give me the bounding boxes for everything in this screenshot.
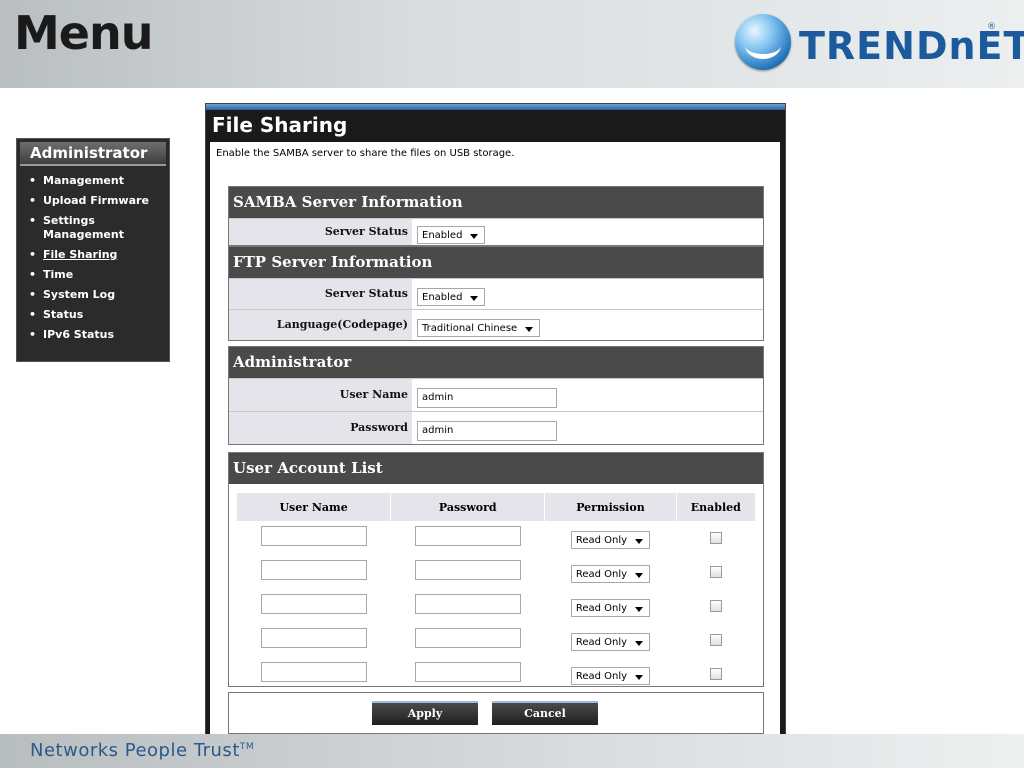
slide-header: Menu TRENDnET ® (0, 0, 1024, 88)
enabled-checkbox[interactable] (709, 667, 722, 680)
password-input[interactable] (414, 560, 521, 580)
slide-footer: Networks People TrustTM (0, 734, 1024, 768)
user-account-heading: User Account List (229, 453, 763, 484)
admin-username-input[interactable]: admin (417, 388, 557, 408)
footer-tagline: Networks People TrustTM (30, 740, 255, 761)
samba-status-row: Server Status Enabled (229, 218, 763, 245)
user-name-input[interactable] (260, 526, 367, 546)
permission-select[interactable]: Read Only (570, 632, 651, 651)
admin-heading: Administrator (229, 347, 763, 378)
admin-username-row: User Name admin (229, 378, 763, 411)
col-header-permission: Permission (544, 493, 677, 521)
trademark-mark: TM (239, 742, 255, 752)
col-header-enabled: Enabled (676, 493, 755, 521)
menu-item-file-sharing[interactable]: File Sharing (17, 248, 169, 262)
samba-section: SAMBA Server Information Server Status E… (228, 186, 764, 246)
menu-item-upload-firmware[interactable]: Upload Firmware (17, 194, 169, 208)
table-row: Read Only (237, 589, 755, 623)
chevron-down-icon (635, 572, 644, 578)
menu-item-management[interactable]: Management (17, 174, 169, 188)
chevron-down-icon (525, 327, 534, 332)
enabled-checkbox[interactable] (709, 633, 722, 646)
ftp-status-label: Server Status (229, 279, 412, 309)
admin-password-label: Password (229, 412, 412, 444)
user-name-input[interactable] (260, 560, 367, 580)
panel-body: Enable the SAMBA server to share the fil… (210, 142, 780, 735)
ftp-heading: FTP Server Information (229, 247, 763, 278)
panel-description: Enable the SAMBA server to share the fil… (216, 148, 515, 159)
button-bar: Apply Cancel (228, 692, 764, 734)
file-sharing-panel: File Sharing Enable the SAMBA server to … (205, 103, 786, 736)
table-row: Read Only (237, 657, 755, 691)
permission-select[interactable]: Read Only (570, 530, 651, 549)
ftp-language-row: Language(Codepage) Traditional Chinese (229, 309, 763, 340)
admin-password-input[interactable]: admin (417, 421, 557, 441)
table-row: Read Only (237, 521, 755, 555)
globe-icon (735, 14, 791, 70)
password-input[interactable] (414, 594, 521, 614)
col-header-password: Password (390, 493, 546, 521)
menu-item-ipv6-status[interactable]: IPv6 Status (17, 328, 169, 342)
password-input[interactable] (414, 662, 521, 682)
table-row: Read Only (237, 555, 755, 589)
permission-select[interactable]: Read Only (570, 666, 651, 685)
panel-title: File Sharing (212, 113, 348, 137)
chevron-down-icon (635, 606, 644, 612)
user-name-input[interactable] (260, 594, 367, 614)
chevron-down-icon (635, 538, 644, 544)
chevron-down-icon (635, 640, 644, 646)
registered-mark: ® (987, 22, 996, 32)
enabled-checkbox[interactable] (709, 599, 722, 612)
apply-button[interactable]: Apply (372, 701, 478, 725)
enabled-checkbox[interactable] (709, 565, 722, 578)
permission-select[interactable]: Read Only (570, 564, 651, 583)
slide-title: Menu (14, 6, 153, 60)
admin-username-label: User Name (229, 379, 412, 411)
ftp-section: FTP Server Information Server Status Ena… (228, 246, 764, 341)
ftp-language-label: Language(Codepage) (229, 310, 412, 340)
ftp-status-select[interactable]: Enabled (417, 288, 486, 306)
user-name-input[interactable] (260, 628, 367, 648)
chevron-down-icon (470, 234, 479, 239)
admin-password-row: Password admin (229, 411, 763, 444)
user-name-input[interactable] (260, 662, 367, 682)
ftp-language-select[interactable]: Traditional Chinese (417, 319, 541, 337)
menu-item-settings-management[interactable]: Settings Management (17, 214, 143, 242)
table-row: Read Only (237, 623, 755, 657)
admin-section: Administrator User Name admin Password a… (228, 346, 764, 445)
menu-item-time[interactable]: Time (17, 268, 169, 282)
password-input[interactable] (414, 628, 521, 648)
user-account-table: User Name Password Permission Enabled Re… (237, 493, 755, 691)
side-menu-heading: Administrator (20, 142, 166, 166)
user-account-section: User Account List User Name Password Per… (228, 452, 764, 687)
cancel-button[interactable]: Cancel (492, 701, 598, 725)
trendnet-logo: TRENDnET ® (735, 14, 1024, 72)
samba-status-select[interactable]: Enabled (417, 226, 486, 244)
password-input[interactable] (414, 526, 521, 546)
admin-side-menu: Administrator Management Upload Firmware… (16, 138, 170, 362)
menu-item-status[interactable]: Status (17, 308, 169, 322)
ftp-status-row: Server Status Enabled (229, 278, 763, 309)
samba-heading: SAMBA Server Information (229, 187, 763, 218)
enabled-checkbox[interactable] (709, 531, 722, 544)
chevron-down-icon (635, 674, 644, 680)
chevron-down-icon (470, 296, 479, 301)
permission-select[interactable]: Read Only (570, 598, 651, 617)
menu-item-system-log[interactable]: System Log (17, 288, 169, 302)
samba-status-label: Server Status (229, 219, 412, 245)
col-header-user-name: User Name (237, 493, 392, 521)
side-menu-list: Management Upload Firmware Settings Mana… (17, 174, 169, 342)
